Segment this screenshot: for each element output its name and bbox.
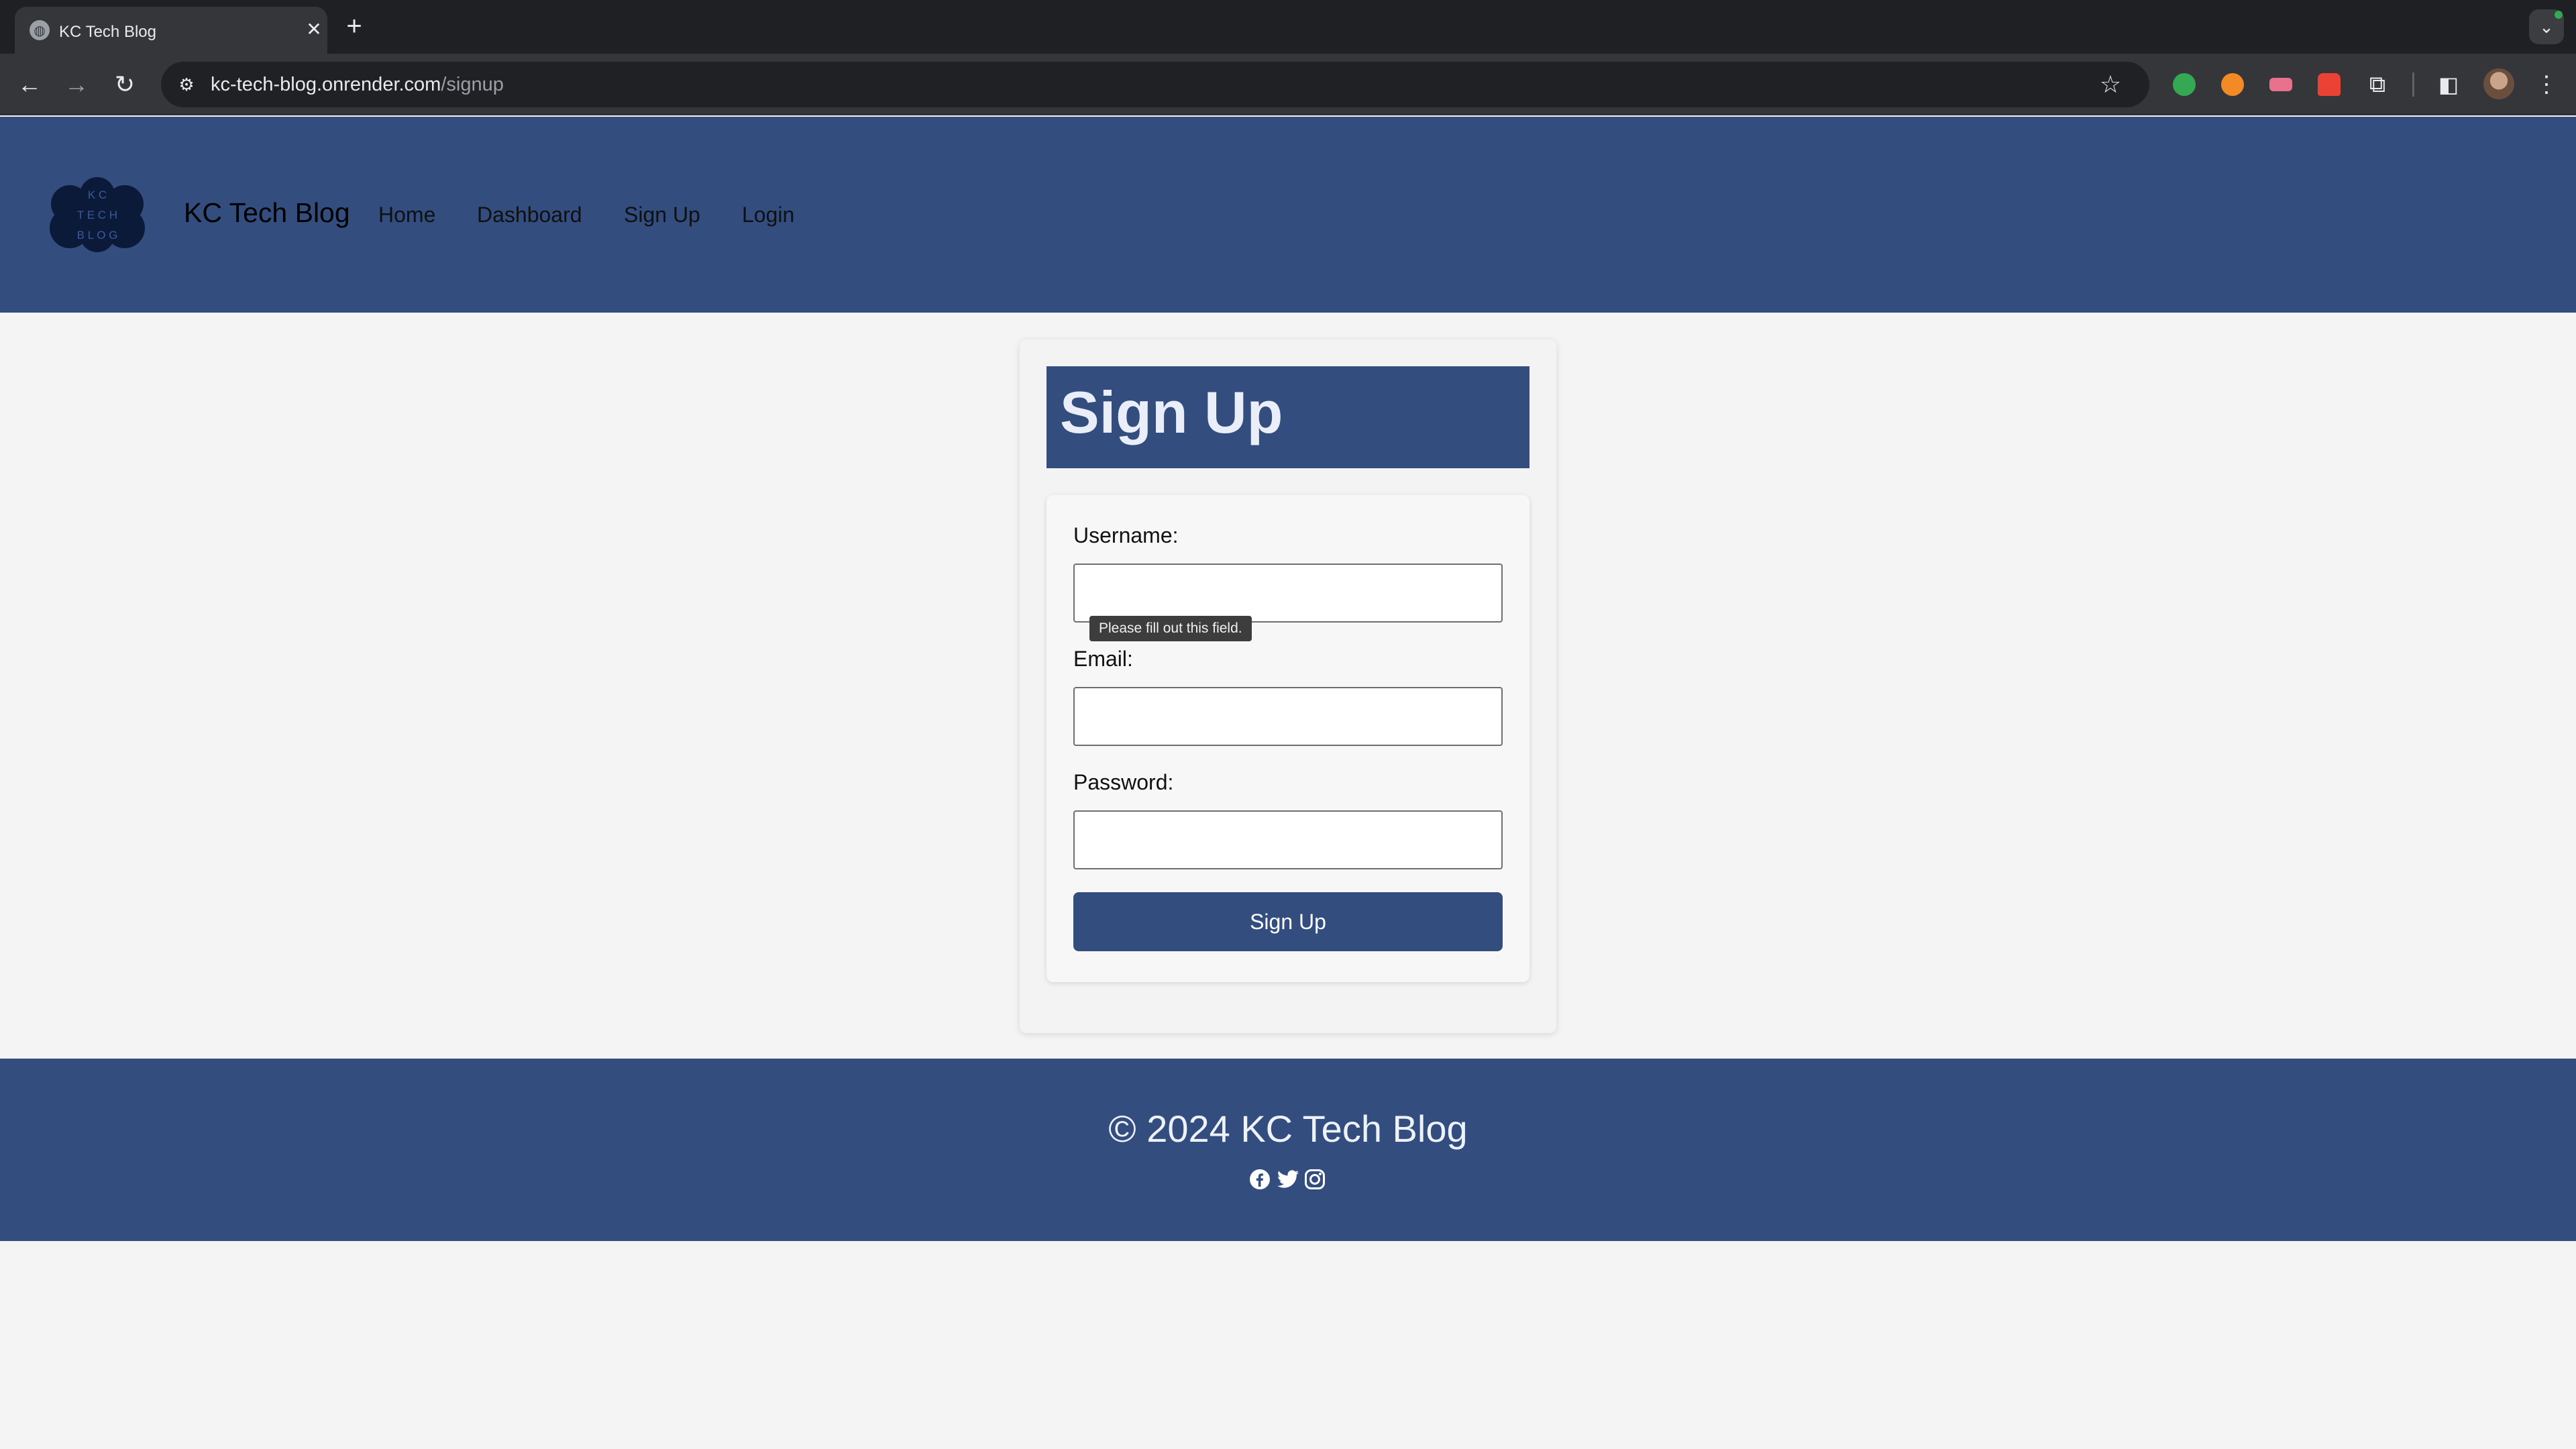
reload-icon[interactable]: ↻ (109, 68, 141, 101)
site-footer: © 2024 KC Tech Blog (0, 1059, 2576, 1241)
browser-toolbar: ← → ↻ ⚙ kc-tech-blog.onrender.com/signup… (0, 54, 2576, 115)
logo-line-2: T E C H (77, 209, 117, 221)
brand-link[interactable]: KC Tech Blog (184, 197, 350, 229)
logo-line-3: B L O G (77, 229, 118, 241)
instagram-icon[interactable] (1303, 1167, 1327, 1191)
red-extension-icon[interactable] (2313, 68, 2345, 101)
email-label: Email: (1073, 647, 1133, 671)
tab-title: KC Tech Blog (59, 23, 156, 41)
pink-extension-icon[interactable] (2265, 68, 2297, 101)
nav-home-link[interactable]: Home (378, 203, 435, 227)
back-icon[interactable]: ← (13, 68, 46, 101)
password-input[interactable] (1073, 810, 1503, 869)
side-panel-icon[interactable]: ◧ (2432, 68, 2465, 101)
nav-login-link[interactable]: Login (742, 203, 794, 227)
site-info-icon[interactable]: ⚙ (174, 72, 199, 97)
signup-card: Sign Up Username: Please fill out this f… (1020, 339, 1556, 1033)
password-label: Password: (1073, 770, 1174, 794)
notification-dot (2555, 11, 2563, 19)
signup-title-bar: Sign Up (1046, 366, 1529, 468)
toolbar-separator (2412, 72, 2414, 97)
signup-form: Username: Please fill out this field. Em… (1046, 495, 1529, 982)
address-bar[interactable]: ⚙ kc-tech-blog.onrender.com/signup ☆ (161, 62, 2149, 107)
username-label: Username: (1073, 523, 1179, 547)
tab-search-button[interactable]: ⌄ (2529, 9, 2564, 44)
page-title: Sign Up (1060, 379, 1283, 445)
copyright-text: © 2024 KC Tech Blog (1108, 1108, 1468, 1150)
url-text[interactable]: kc-tech-blog.onrender.com/signup (211, 74, 504, 96)
validation-tooltip: Please fill out this field. (1089, 616, 1252, 641)
nav-signup-link[interactable]: Sign Up (624, 203, 700, 227)
email-input[interactable] (1073, 687, 1503, 746)
shield-extension-icon[interactable] (2168, 68, 2200, 101)
new-tab-icon[interactable]: + (341, 13, 368, 40)
logo-line-1: K C (88, 189, 107, 201)
forward-icon[interactable]: → (60, 68, 93, 101)
profile-avatar[interactable] (2483, 68, 2514, 99)
url-host: kc-tech-blog.onrender.com (211, 74, 441, 95)
chevron-down-icon: ⌄ (2539, 17, 2554, 37)
orange-extension-icon[interactable] (2216, 68, 2249, 101)
browser-tab-strip: ◍ KC Tech Blog ✕ + ⌄ (0, 0, 2576, 54)
kc-tech-blog-logo[interactable]: K C T E C H B L O G (48, 177, 146, 252)
close-tab-icon[interactable]: ✕ (302, 17, 326, 42)
puzzle-extensions-icon[interactable]: ⧉ (2361, 68, 2394, 101)
twitter-icon[interactable] (1276, 1167, 1300, 1191)
browser-tab[interactable]: ◍ KC Tech Blog ✕ (15, 7, 327, 54)
signup-submit-button[interactable]: Sign Up (1073, 892, 1503, 951)
bookmark-star-icon[interactable]: ☆ (2096, 70, 2125, 99)
nav-dashboard-link[interactable]: Dashboard (477, 203, 582, 227)
site-header: K C T E C H B L O G KC Tech Blog Home Da… (0, 117, 2576, 313)
more-menu-icon[interactable]: ⋮ (2530, 68, 2563, 101)
facebook-icon[interactable] (1248, 1167, 1272, 1191)
globe-icon: ◍ (30, 20, 50, 40)
username-input[interactable] (1073, 564, 1503, 623)
url-path: /signup (441, 74, 504, 95)
